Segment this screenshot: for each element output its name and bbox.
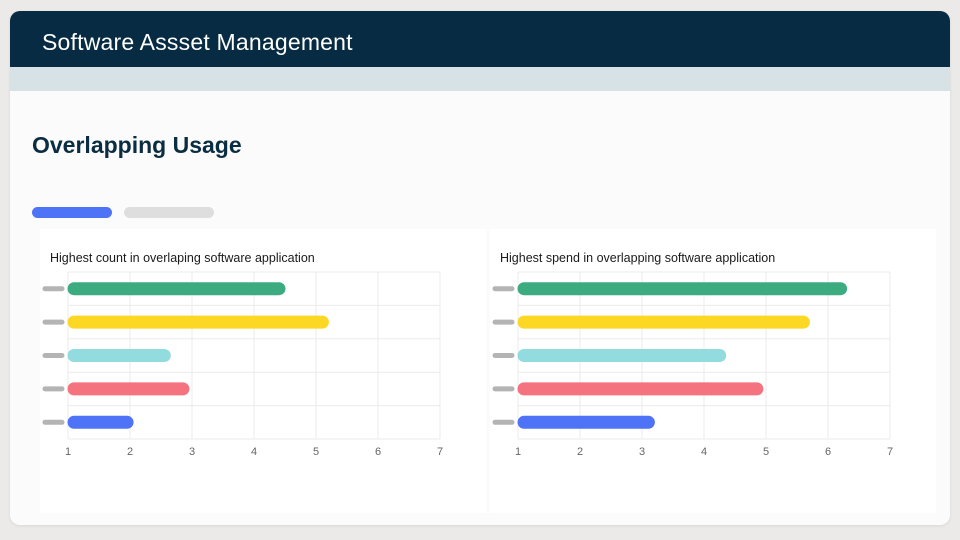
x-tick-label: 5 (313, 446, 319, 458)
x-tick-label: 4 (251, 446, 257, 458)
x-tick-label: 3 (639, 446, 645, 458)
x-tick-label: 7 (437, 446, 443, 458)
x-tick-label: 7 (887, 446, 893, 458)
sub-header-bar (10, 67, 950, 91)
bar-chart-spend: 1 2 3 4 5 6 7 (492, 271, 893, 458)
x-tick-label: 6 (375, 446, 381, 458)
tab-active[interactable] (32, 207, 112, 218)
chart-panel-count: Highest count in overlaping software app… (40, 229, 486, 513)
bar-chart-count: 1 2 3 4 5 6 7 (42, 271, 443, 458)
title-bar: Software Assset Management (10, 11, 950, 67)
page-title: Overlapping Usage (32, 132, 242, 158)
x-tick-label: 6 (825, 446, 831, 458)
app-title: Software Assset Management (42, 29, 353, 55)
x-tick-label: 2 (577, 446, 583, 458)
x-tick-label: 1 (65, 446, 71, 458)
chart-panel-spend: Highest spend in overlapping software ap… (490, 229, 936, 513)
x-tick-label: 5 (763, 446, 769, 458)
tab-inactive[interactable] (124, 207, 214, 218)
app-window: Software Assset Management Overlapping U… (10, 11, 950, 525)
x-tick-label: 4 (701, 446, 707, 458)
x-tick-label: 3 (189, 446, 195, 458)
x-tick-label: 2 (127, 446, 133, 458)
x-tick-label: 1 (515, 446, 521, 458)
